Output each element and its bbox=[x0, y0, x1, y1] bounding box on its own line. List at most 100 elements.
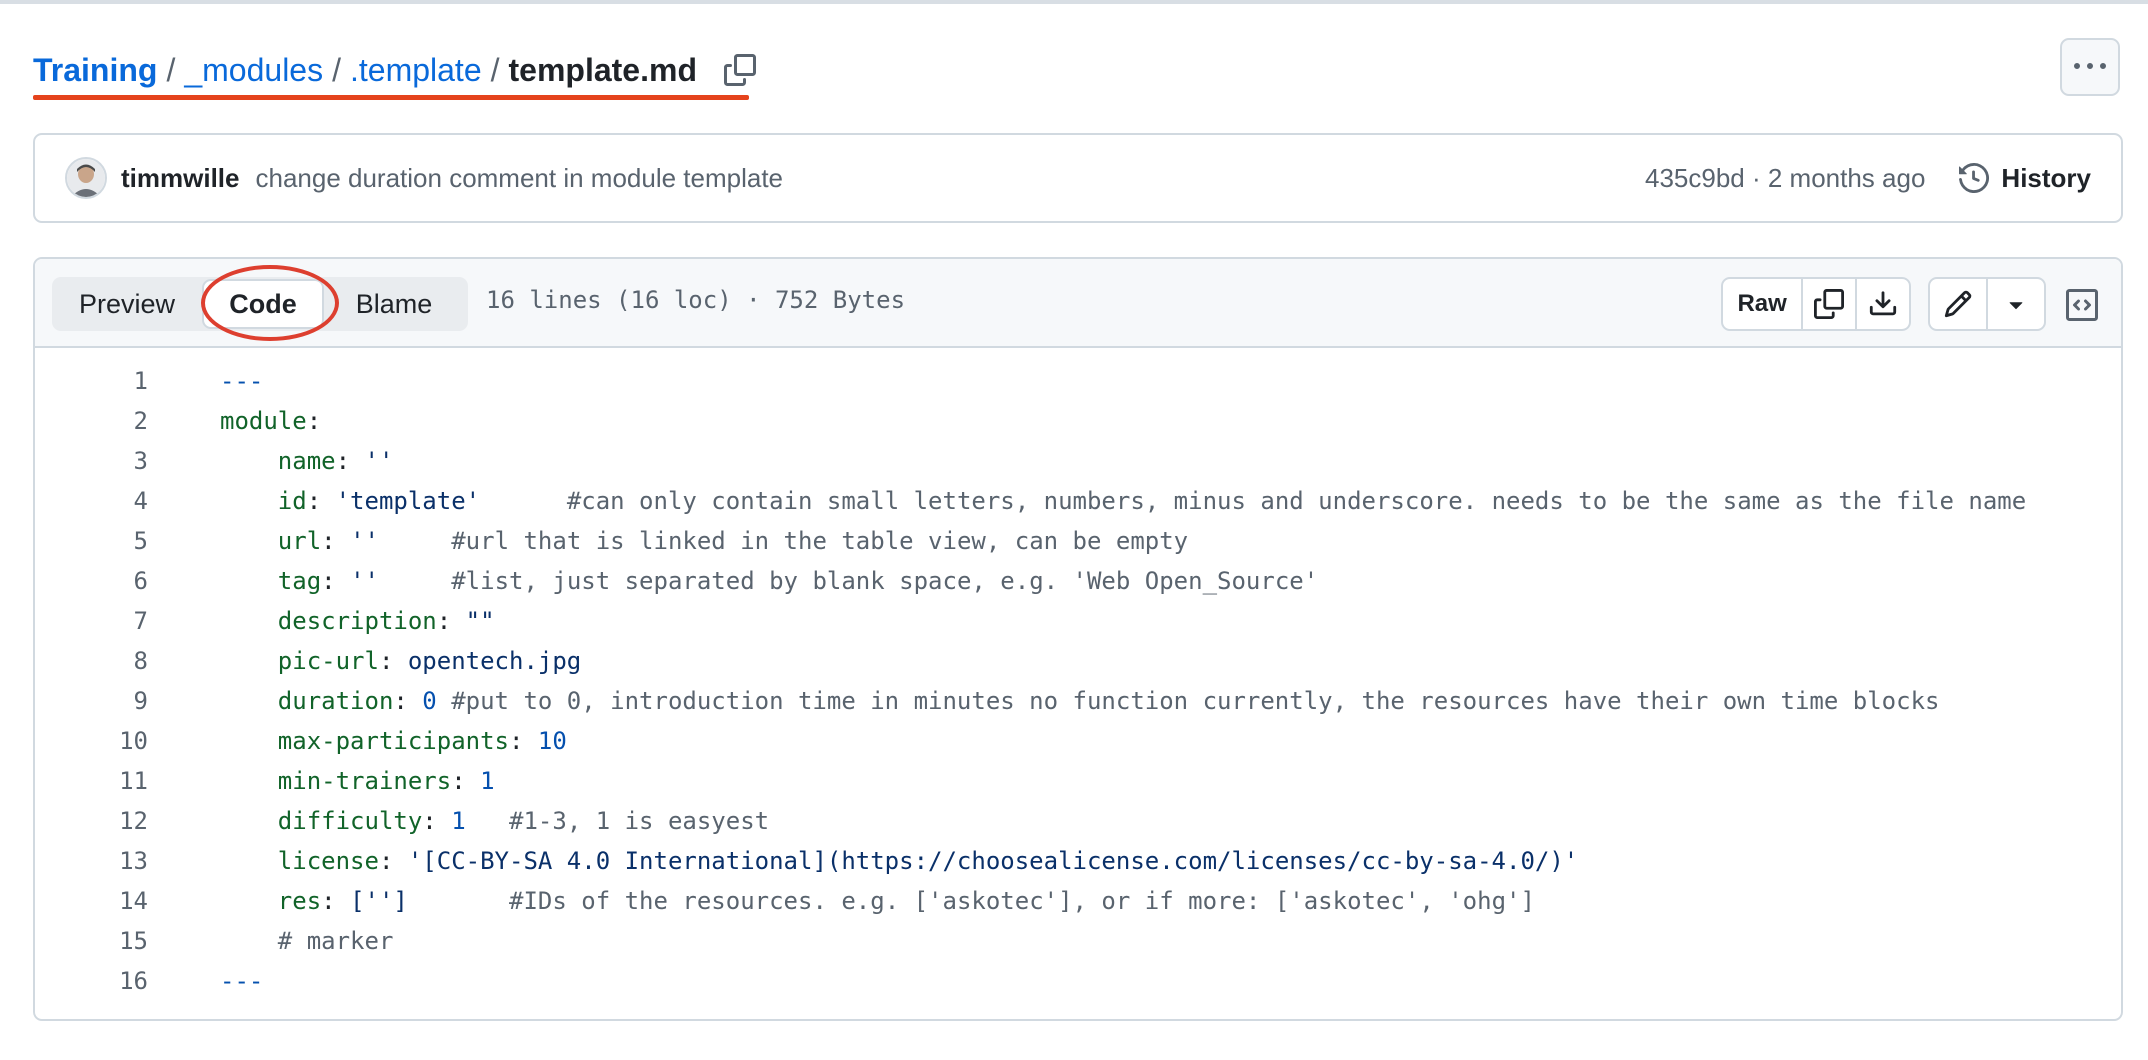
line-number[interactable]: 16 bbox=[35, 961, 148, 1001]
breadcrumb-link-modules[interactable]: _modules bbox=[184, 52, 323, 89]
line-content: min-trainers: 1 bbox=[220, 761, 495, 801]
code-token: tag bbox=[277, 567, 322, 595]
file-meta: 16 lines (16 loc) · 752 Bytes bbox=[486, 286, 906, 314]
line-number[interactable]: 6 bbox=[35, 561, 148, 601]
edit-file-button[interactable] bbox=[1930, 279, 1986, 329]
code-token: '' bbox=[364, 447, 394, 475]
code-token: 1 bbox=[480, 767, 495, 795]
line-number[interactable]: 9 bbox=[35, 681, 148, 721]
code-line: 11 min-trainers: 1 bbox=[35, 761, 2121, 801]
code-line: 1 --- bbox=[35, 361, 2121, 401]
line-content: difficulty: 1 #1-3, 1 is easyest bbox=[220, 801, 769, 841]
code-token: #can only contain small letters, numbers… bbox=[566, 487, 2027, 515]
line-number[interactable]: 7 bbox=[35, 601, 148, 641]
history-icon bbox=[1959, 163, 1990, 193]
code-token: --- bbox=[220, 967, 264, 995]
edit-options-dropdown[interactable] bbox=[1986, 279, 2044, 329]
code-token: : bbox=[378, 847, 408, 875]
code-token: : bbox=[306, 487, 336, 515]
kebab-horizontal-icon bbox=[2074, 63, 2106, 69]
copy-raw-button[interactable] bbox=[1801, 279, 1855, 329]
code-line: 12 difficulty: 1 #1-3, 1 is easyest bbox=[35, 801, 2121, 841]
line-number[interactable]: 13 bbox=[35, 841, 148, 881]
tab-blame[interactable]: Blame bbox=[324, 279, 464, 329]
line-number[interactable]: 3 bbox=[35, 441, 148, 481]
code-token: id bbox=[277, 487, 307, 515]
more-options-button[interactable] bbox=[2060, 38, 2120, 96]
code-token: : bbox=[508, 727, 538, 755]
line-number[interactable]: 11 bbox=[35, 761, 148, 801]
code-token: : bbox=[451, 767, 481, 795]
tab-preview[interactable]: Preview bbox=[52, 279, 202, 329]
code-token: '[CC-BY-SA 4.0 International](https://ch… bbox=[407, 847, 1579, 875]
code-token: '' bbox=[350, 567, 379, 595]
line-content: res: [''] #IDs of the resources. e.g. ['… bbox=[220, 881, 1535, 921]
line-number[interactable]: 8 bbox=[35, 641, 148, 681]
history-button[interactable]: History bbox=[1959, 163, 2091, 194]
commit-sha-time[interactable]: 435c9bd · 2 months ago bbox=[1645, 163, 1925, 194]
code-line: 6 tag: '' #list, just separated by blank… bbox=[35, 561, 2121, 601]
line-content: name: '' bbox=[220, 441, 394, 481]
breadcrumb-link-template-dir[interactable]: .template bbox=[350, 52, 482, 89]
line-content: description: "" bbox=[220, 601, 495, 641]
code-line: 5 url: '' #url that is linked in the tab… bbox=[35, 521, 2121, 561]
commit-author[interactable]: timmwille bbox=[121, 163, 239, 194]
line-number[interactable]: 5 bbox=[35, 521, 148, 561]
commit-message[interactable]: change duration comment in module templa… bbox=[255, 163, 783, 194]
avatar[interactable] bbox=[65, 157, 107, 199]
line-number[interactable]: 12 bbox=[35, 801, 148, 841]
download-raw-button[interactable] bbox=[1855, 279, 1909, 329]
breadcrumb-separator: / bbox=[332, 51, 341, 88]
code-token: name bbox=[277, 447, 336, 475]
code-token: 0 bbox=[422, 687, 437, 715]
line-content: tag: '' #list, just separated by blank s… bbox=[220, 561, 1318, 601]
code-token: duration bbox=[277, 687, 394, 715]
history-label: History bbox=[2001, 162, 2091, 193]
code-token: pic-url bbox=[277, 647, 379, 675]
line-content: --- bbox=[220, 961, 263, 1001]
line-number[interactable]: 15 bbox=[35, 921, 148, 961]
line-number[interactable]: 1 bbox=[35, 361, 148, 401]
raw-actions-group: Raw bbox=[1721, 277, 1911, 331]
code-area[interactable]: 1 --- 2 module: 3 name: '' 4 id: 'template' #… bbox=[35, 361, 2121, 1001]
code-token: : bbox=[321, 527, 351, 555]
code-line: 10 max-participants: 10 bbox=[35, 721, 2121, 761]
line-number[interactable]: 14 bbox=[35, 881, 148, 921]
line-number[interactable]: 2 bbox=[35, 401, 148, 441]
annotation-underline bbox=[33, 95, 749, 100]
copy-icon bbox=[1814, 289, 1845, 319]
code-token: #url that is linked in the table view, c… bbox=[451, 527, 1189, 555]
symbols-panel-button[interactable] bbox=[2060, 283, 2104, 327]
code-token: max-participants bbox=[277, 727, 509, 755]
code-line: 14 res: [''] #IDs of the resources. e.g.… bbox=[35, 881, 2121, 921]
tab-code[interactable]: Code bbox=[202, 279, 324, 329]
code-token: : bbox=[335, 447, 365, 475]
code-token: #list, just separated by blank space, e.… bbox=[451, 567, 1319, 595]
code-token: 1 bbox=[451, 807, 466, 835]
copy-path-button[interactable] bbox=[723, 53, 757, 87]
file-header: Preview Code Blame 16 lines (16 loc) · 7… bbox=[35, 259, 2121, 348]
code-token: [''] bbox=[350, 887, 408, 915]
copy-icon bbox=[723, 54, 756, 86]
breadcrumb-separator: / bbox=[166, 51, 176, 88]
raw-button[interactable]: Raw bbox=[1723, 279, 1801, 329]
line-number[interactable]: 10 bbox=[35, 721, 148, 761]
code-line: 15 # marker bbox=[35, 921, 2121, 961]
line-number[interactable]: 4 bbox=[35, 481, 148, 521]
code-token: module bbox=[220, 407, 307, 435]
code-token: 'template' bbox=[335, 487, 481, 515]
line-content: duration: 0 #put to 0, introduction time… bbox=[220, 681, 1940, 721]
code-token: url bbox=[277, 527, 322, 555]
breadcrumb-root-link[interactable]: Training bbox=[33, 52, 157, 89]
